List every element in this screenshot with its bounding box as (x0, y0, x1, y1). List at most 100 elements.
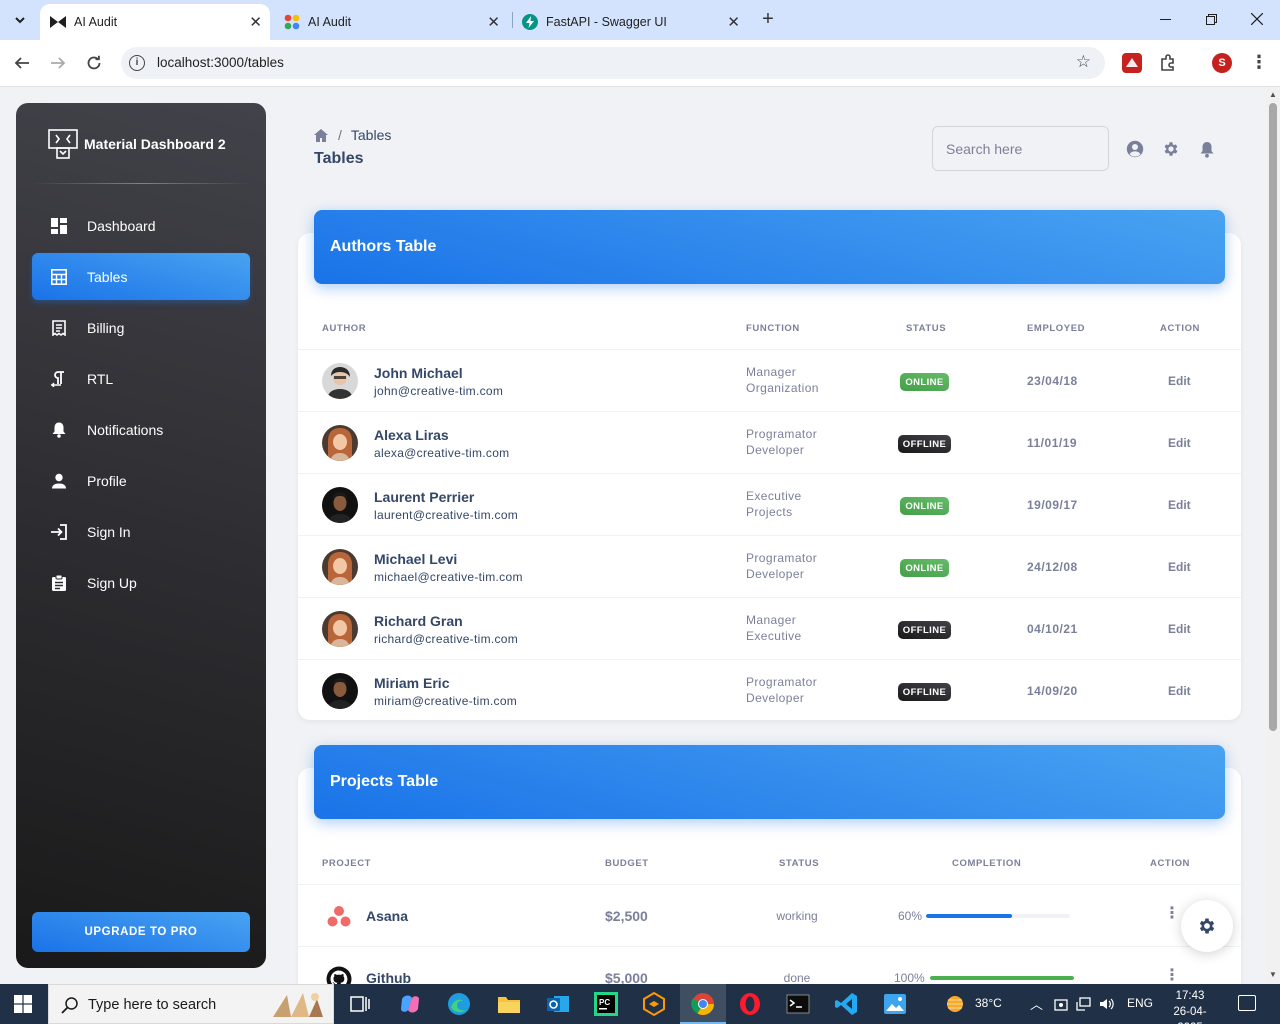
meet-now-icon[interactable] (1054, 996, 1068, 1012)
action-center-icon[interactable] (1238, 995, 1256, 1011)
author-email: alexa@creative-tim.com (374, 446, 510, 460)
asana-icon (327, 906, 351, 927)
employed-date: 19/09/17 (1027, 498, 1078, 512)
edit-link[interactable]: Edit (1168, 374, 1191, 388)
outlook-icon[interactable] (545, 991, 571, 1017)
close-tab-icon[interactable]: ✕ (727, 13, 740, 31)
puzzle-extensions-icon[interactable] (1158, 53, 1178, 73)
column-header-action: Action (1160, 323, 1201, 334)
opera-icon[interactable] (737, 991, 763, 1017)
sidebar-item-billing[interactable]: Billing (32, 304, 250, 351)
close-tab-icon[interactable]: ✕ (249, 13, 262, 31)
scroll-down-arrow-icon[interactable]: ▼ (1269, 970, 1277, 979)
sidebar-item-dashboard[interactable]: Dashboard (32, 202, 250, 249)
edge-browser-icon[interactable] (446, 991, 472, 1017)
sidebar-item-rtl[interactable]: RTL (32, 355, 250, 402)
author-name: Richard Gran (374, 613, 463, 629)
minimize-window-icon[interactable] (1150, 6, 1180, 32)
settings-gear-icon[interactable] (1162, 140, 1180, 158)
taskbar-clock[interactable]: 17:43 26-04-2025 (1162, 988, 1218, 1024)
back-arrow-icon[interactable] (11, 52, 33, 74)
bookmark-star-icon[interactable]: ☆ (1076, 52, 1091, 72)
weather-temperature[interactable]: 38°C (975, 996, 1002, 1010)
project-name: Asana (366, 908, 409, 924)
tab-search-button[interactable] (8, 8, 32, 32)
restore-window-icon[interactable] (1196, 6, 1226, 32)
author-department: Executive (746, 629, 802, 643)
weather-sun-icon[interactable] (943, 993, 967, 1015)
network-icon[interactable] (1076, 996, 1092, 1012)
search-input[interactable] (932, 126, 1109, 171)
sidebar-brand[interactable]: Material Dashboard 2 (48, 129, 226, 159)
status-badge: OFFLINE (898, 621, 951, 639)
terminal-icon[interactable] (785, 991, 811, 1017)
column-header-employed: Employed (1027, 323, 1086, 334)
profile-avatar[interactable]: S (1212, 53, 1232, 73)
sidebar-item-label: Sign In (87, 523, 131, 540)
chevron-down-icon (15, 17, 25, 24)
configurator-settings-button[interactable] (1181, 900, 1233, 952)
close-window-icon[interactable] (1242, 6, 1272, 32)
sidebar-item-tables[interactable]: Tables (32, 253, 250, 300)
edit-link[interactable]: Edit (1168, 560, 1191, 574)
input-language[interactable]: ENG (1127, 996, 1153, 1010)
copilot-icon[interactable] (397, 991, 423, 1017)
pycharm-icon[interactable]: PC (593, 991, 619, 1017)
task-view-icon[interactable] (347, 991, 373, 1017)
file-explorer-icon[interactable] (496, 991, 522, 1017)
account-circle-icon[interactable] (1126, 140, 1144, 158)
close-tab-icon[interactable]: ✕ (487, 13, 500, 31)
more-options-icon[interactable]: ⋮ (1164, 965, 1180, 984)
reload-icon[interactable] (83, 52, 105, 74)
new-tab-plus-icon[interactable]: + (758, 8, 778, 31)
edit-link[interactable]: Edit (1168, 498, 1191, 512)
browser-tab-fastapi[interactable]: FastAPI - Swagger UI ✕ (512, 4, 748, 40)
extension-icon[interactable] (1122, 53, 1142, 73)
sublime-merge-icon[interactable] (641, 991, 667, 1017)
assignment-icon (49, 573, 69, 593)
breadcrumb-current: Tables (350, 127, 392, 143)
scroll-up-arrow-icon[interactable]: ▲ (1269, 90, 1277, 99)
tab-title: AI Audit (74, 15, 118, 29)
edit-link[interactable]: Edit (1168, 436, 1191, 450)
column-header-status: Status (779, 858, 820, 869)
edit-link[interactable]: Edit (1168, 622, 1191, 636)
table-row: Laurent Perrier laurent@creative-tim.com… (298, 473, 1241, 535)
taskbar-search-box[interactable]: Type here to search (48, 984, 334, 1024)
edit-link[interactable]: Edit (1168, 684, 1191, 698)
clock-time: 17:43 (1175, 990, 1205, 1002)
author-email: richard@creative-tim.com (374, 632, 519, 646)
sidebar-divider (32, 183, 250, 184)
forward-arrow-icon[interactable] (47, 52, 69, 74)
sidebar-item-sign-in[interactable]: Sign In (32, 508, 250, 555)
more-options-icon[interactable]: ⋮ (1164, 903, 1180, 923)
home-icon[interactable] (314, 128, 328, 142)
author-email: michael@creative-tim.com (374, 570, 523, 584)
volume-icon[interactable] (1099, 996, 1115, 1012)
tray-chevron-up-icon[interactable]: ︿ (1030, 994, 1043, 1013)
photos-icon[interactable] (882, 991, 908, 1017)
upgrade-to-pro-button[interactable]: UPGRADE TO PRO (32, 912, 250, 952)
sidebar-item-label: Tables (87, 268, 128, 285)
breadcrumb-separator: / (338, 127, 342, 143)
fastapi-favicon-icon (522, 14, 538, 30)
brand-name: Material Dashboard 2 (84, 136, 226, 152)
table-row: Alexa Liras alexa@creative-tim.com Progr… (298, 411, 1241, 473)
windows-start-icon[interactable] (14, 995, 32, 1013)
page-scrollbar[interactable]: ▲ ▼ (1266, 87, 1280, 984)
notifications-bell-icon[interactable] (1198, 140, 1216, 158)
sidebar-item-sign-up[interactable]: Sign Up (32, 559, 250, 606)
address-bar[interactable]: i localhost:3000/tables ☆ (121, 47, 1105, 79)
avatar (322, 425, 358, 461)
vscode-icon[interactable] (833, 991, 859, 1017)
sidebar-item-notifications[interactable]: Notifications (32, 406, 250, 453)
chrome-taskbar-icon[interactable] (680, 984, 726, 1024)
site-info-icon[interactable]: i (129, 55, 145, 71)
sidebar-item-profile[interactable]: Profile (32, 457, 250, 504)
browser-tab-ai-audit-2[interactable]: AI Audit ✕ (274, 4, 508, 40)
column-header-action: Action (1150, 858, 1191, 869)
browser-tab-ai-audit-1[interactable]: AI Audit ✕ (40, 4, 270, 40)
project-budget: $2,500 (605, 908, 648, 924)
browser-menu-icon[interactable]: ⋮ (1250, 52, 1268, 73)
scrollbar-thumb[interactable] (1269, 103, 1277, 731)
